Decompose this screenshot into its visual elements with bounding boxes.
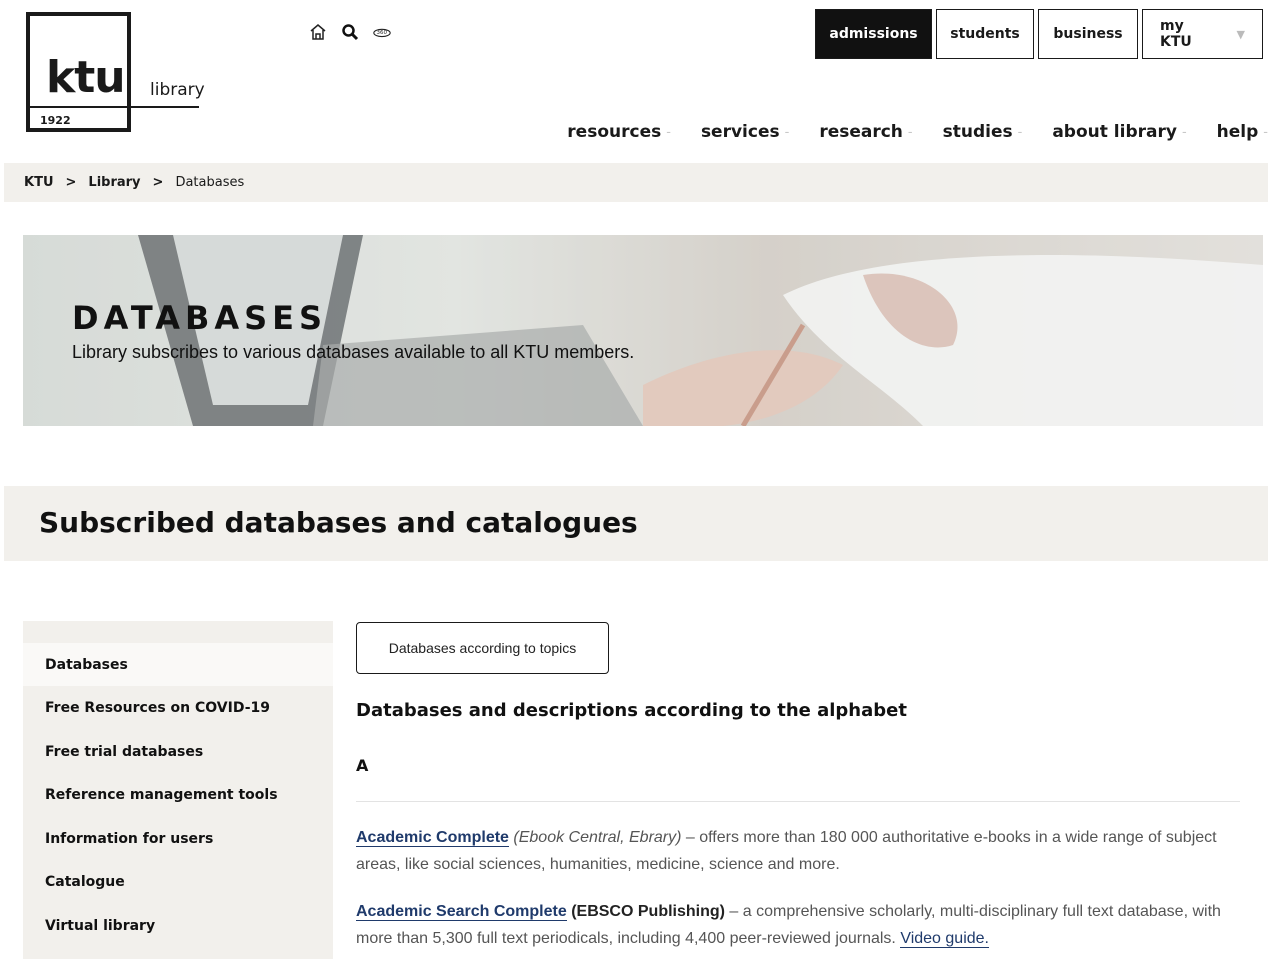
logo-underline <box>30 106 199 108</box>
sidebar-item-reference-tools[interactable]: Reference management tools <box>23 773 333 816</box>
main-nav: resources - services - research - studies - … <box>537 122 1268 142</box>
breadcrumb-library[interactable]: Library <box>88 175 140 190</box>
database-publisher: (Ebook Central, Ebrary) <box>513 829 682 846</box>
sidebar: Databases Free Resources on COVID-19 Fre… <box>23 621 333 959</box>
chevron-down-icon: - <box>1017 124 1023 140</box>
video-guide-link[interactable]: Video guide. <box>900 930 989 948</box>
breadcrumb-separator: > <box>65 175 77 190</box>
hero-banner: DATABASES Library subscribes to various … <box>23 235 1263 426</box>
nav-studies[interactable]: studies - <box>943 122 1023 142</box>
divider <box>356 801 1240 802</box>
breadcrumb-current: Databases <box>175 175 245 190</box>
nav-label: help <box>1216 122 1259 142</box>
breadcrumb: KTU > Library > Databases <box>4 163 1268 202</box>
database-publisher: (EBSCO Publishing) <box>571 903 725 920</box>
nav-label: studies <box>942 122 1013 142</box>
nav-label: resources <box>567 122 662 142</box>
chevron-down-icon: - <box>1263 124 1268 140</box>
chevron-down-icon: - <box>666 124 671 140</box>
logo-text: ktu <box>46 52 126 103</box>
database-link[interactable]: Academic Complete <box>356 829 509 847</box>
alphabet-heading: Databases and descriptions according to … <box>356 700 907 721</box>
nav-label: about library <box>1052 122 1177 142</box>
sidebar-item-free-trial[interactable]: Free trial databases <box>23 730 333 773</box>
search-icon[interactable] <box>340 22 360 42</box>
ktu-logo[interactable]: ktu 1922 <box>26 12 199 132</box>
nav-label: research <box>819 122 903 142</box>
students-button[interactable]: students <box>936 9 1034 59</box>
nav-label: services <box>700 122 780 142</box>
logo-year: 1922 <box>40 114 71 127</box>
nav-services[interactable]: services - <box>701 122 789 142</box>
database-link[interactable]: Academic Search Complete <box>356 903 567 921</box>
360-tour-icon[interactable]: 360 <box>372 22 392 42</box>
audience-buttons: admissions students business my KTU ▼ <box>815 9 1263 59</box>
utility-icons: 360 <box>308 22 392 42</box>
my-ktu-button[interactable]: my KTU ▼ <box>1142 9 1263 59</box>
database-entry: Academic Complete (Ebook Central, Ebrary… <box>356 824 1246 878</box>
business-button[interactable]: business <box>1038 9 1138 59</box>
nav-about-library[interactable]: about library - <box>1052 122 1186 142</box>
home-icon[interactable] <box>308 22 328 42</box>
nav-research[interactable]: research - <box>819 122 912 142</box>
nav-help[interactable]: help - <box>1217 122 1268 142</box>
chevron-down-icon: - <box>1181 124 1187 140</box>
hero-subtitle: Library subscribes to various databases … <box>72 342 635 362</box>
sidebar-item-virtual-library[interactable]: Virtual library <box>23 904 333 947</box>
page-title: Subscribed databases and catalogues <box>39 506 638 539</box>
topics-button[interactable]: Databases according to topics <box>356 622 609 674</box>
my-ktu-label: my KTU <box>1160 18 1192 50</box>
admissions-button[interactable]: admissions <box>815 9 932 59</box>
hero-title: DATABASES <box>72 299 328 337</box>
breadcrumb-separator: > <box>152 175 164 190</box>
chevron-down-icon: - <box>784 124 790 140</box>
letter-heading: A <box>356 756 369 775</box>
nav-resources[interactable]: resources - <box>567 122 671 142</box>
logo-library-label: library <box>150 80 205 100</box>
sidebar-item-covid-resources[interactable]: Free Resources on COVID-19 <box>23 686 333 729</box>
sidebar-item-catalogue[interactable]: Catalogue <box>23 860 333 903</box>
breadcrumb-ktu[interactable]: KTU <box>24 175 54 190</box>
sidebar-item-user-info[interactable]: Information for users <box>23 817 333 860</box>
database-entry: Academic Search Complete (EBSCO Publishi… <box>356 898 1246 952</box>
chevron-down-icon: - <box>907 124 913 140</box>
chevron-down-icon: ▼ <box>1236 27 1245 41</box>
svg-text:360: 360 <box>377 30 388 36</box>
section-title-bar: Subscribed databases and catalogues <box>4 486 1268 561</box>
sidebar-item-databases[interactable]: Databases <box>23 643 333 686</box>
